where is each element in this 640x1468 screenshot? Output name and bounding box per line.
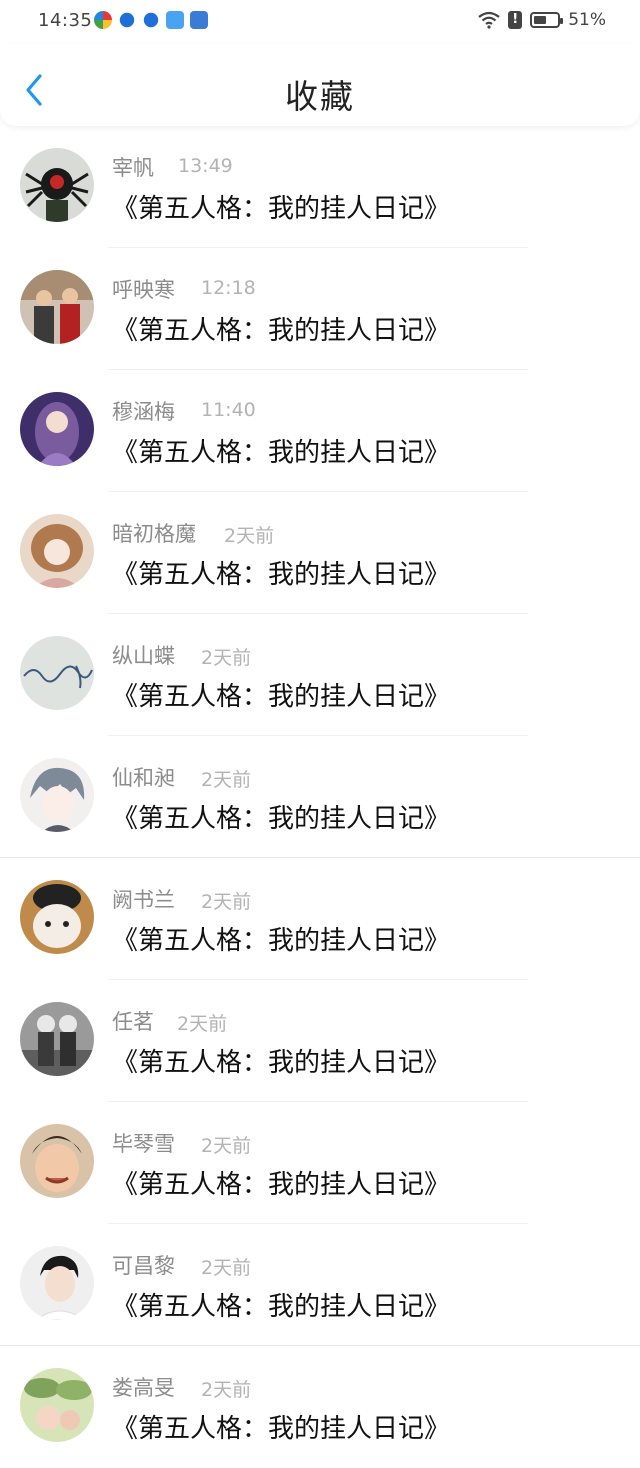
item-title: 《第五人格：我的挂人日记》: [112, 926, 451, 956]
item-title: 《第五人格：我的挂人日记》: [112, 1048, 451, 1078]
avatar[interactable]: [20, 1002, 94, 1076]
user-name: 呼映寒: [112, 278, 175, 302]
item-title: 《第五人格：我的挂人日记》: [112, 1414, 451, 1444]
item-title: 《第五人格：我的挂人日记》: [112, 194, 451, 224]
list-item[interactable]: 任茗 2天前 《第五人格：我的挂人日记》: [0, 980, 640, 1102]
item-title: 《第五人格：我的挂人日记》: [112, 1170, 451, 1200]
list-item[interactable]: 毕琴雪 2天前 《第五人格：我的挂人日记》: [0, 1102, 640, 1224]
item-title: 《第五人格：我的挂人日记》: [112, 560, 451, 590]
list-item[interactable]: 阙书兰 2天前 《第五人格：我的挂人日记》: [0, 858, 640, 980]
list-item[interactable]: 娄高旻 2天前 《第五人格：我的挂人日记》: [0, 1346, 640, 1468]
weather-app-icon: [166, 11, 184, 29]
blue-bird-app-icon: [119, 12, 135, 28]
page-header: 收藏: [0, 44, 640, 126]
list-item[interactable]: 穆涵梅 11:40 《第五人格：我的挂人日记》: [0, 370, 640, 492]
avatar[interactable]: [20, 1124, 94, 1198]
list-item[interactable]: 宰帆 13:49 《第五人格：我的挂人日记》: [0, 126, 640, 248]
battery-icon: [530, 12, 564, 28]
list-item[interactable]: 暗初格魔 2天前 《第五人格：我的挂人日记》: [0, 492, 640, 614]
list-item[interactable]: 可昌黎 2天前 《第五人格：我的挂人日记》: [0, 1224, 640, 1346]
status-bar: 14:35 ! 51%: [0, 0, 640, 44]
avatar[interactable]: [20, 758, 94, 832]
alert-icon: !: [508, 11, 523, 29]
avatar[interactable]: [20, 636, 94, 710]
item-title: 《第五人格：我的挂人日记》: [112, 316, 451, 346]
timestamp: 2天前: [201, 1379, 252, 1401]
list-item[interactable]: 纵山蝶 2天前 《第五人格：我的挂人日记》: [0, 614, 640, 736]
user-name: 仙和昶: [112, 766, 175, 790]
status-right: ! 51%: [478, 10, 606, 30]
pinwheel-app-icon: [94, 11, 112, 29]
page-title: 收藏: [285, 77, 355, 116]
avatar[interactable]: [20, 1246, 94, 1320]
item-title: 《第五人格：我的挂人日记》: [112, 1292, 451, 1322]
timestamp: 2天前: [201, 1257, 252, 1279]
item-title: 《第五人格：我的挂人日记》: [112, 682, 451, 712]
status-time: 14:35: [38, 10, 93, 31]
user-name: 娄高旻: [112, 1376, 175, 1400]
timestamp: 2天前: [201, 769, 252, 791]
wifi-icon: [478, 11, 500, 29]
item-title: 《第五人格：我的挂人日记》: [112, 438, 451, 468]
user-name: 纵山蝶: [112, 644, 175, 668]
favorites-list: 宰帆 13:49 《第五人格：我的挂人日记》 呼映寒 12:18 《第五人格：我…: [0, 126, 640, 1468]
user-name: 任茗: [112, 1010, 154, 1034]
user-name: 宰帆: [112, 156, 154, 180]
avatar[interactable]: [20, 392, 94, 466]
list-item[interactable]: 呼映寒 12:18 《第五人格：我的挂人日记》: [0, 248, 640, 370]
item-title: 《第五人格：我的挂人日记》: [112, 804, 451, 834]
timestamp: 2天前: [201, 891, 252, 913]
user-name: 穆涵梅: [112, 400, 175, 424]
user-name: 可昌黎: [112, 1254, 175, 1278]
timestamp: 13:49: [178, 155, 233, 177]
list-item[interactable]: 仙和昶 2天前 《第五人格：我的挂人日记》: [0, 736, 640, 858]
timestamp: 11:40: [201, 399, 256, 421]
avatar[interactable]: [20, 1368, 94, 1442]
email-app-icon: [190, 11, 208, 29]
timestamp: 2天前: [201, 647, 252, 669]
timestamp: 2天前: [177, 1013, 228, 1035]
battery-percent: 51%: [568, 10, 606, 30]
blue-bird-app-icon-2: [143, 12, 159, 28]
avatar[interactable]: [20, 880, 94, 954]
user-name: 毕琴雪: [112, 1132, 175, 1156]
avatar[interactable]: [20, 514, 94, 588]
user-name: 阙书兰: [112, 888, 175, 912]
user-name: 暗初格魔: [112, 522, 196, 546]
notification-icons: [94, 11, 208, 29]
timestamp: 2天前: [201, 1135, 252, 1157]
avatar[interactable]: [20, 148, 94, 222]
timestamp: 2天前: [224, 525, 275, 547]
avatar[interactable]: [20, 270, 94, 344]
timestamp: 12:18: [201, 277, 256, 299]
